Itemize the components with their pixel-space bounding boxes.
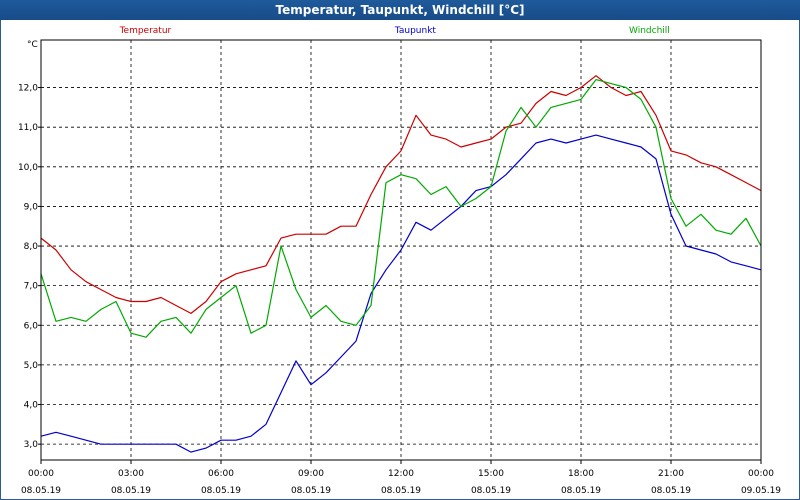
y-tick-label: 4,0 bbox=[24, 401, 39, 411]
y-tick-label: 10,0 bbox=[18, 163, 38, 173]
y-axis-unit-label: °C bbox=[27, 40, 38, 50]
y-tick-label: 8,0 bbox=[24, 242, 39, 252]
x-tick-date-label: 08.05.19 bbox=[291, 486, 331, 496]
x-tick-date-label: 08.05.19 bbox=[471, 486, 511, 496]
chart-area: °C 3,0 4,0 5,0 6,0 7,0 8,0 9,0 10,0 11,0 12,0 00:0… bbox=[0, 20, 800, 500]
legend: Temperatur Taupunkt Windchill bbox=[119, 26, 670, 36]
x-tick-date-label: 08.05.19 bbox=[651, 486, 691, 496]
x-tick-date-label: 08.05.19 bbox=[381, 486, 421, 496]
y-tick-label: 6,0 bbox=[24, 321, 39, 331]
x-axis: 00:00 08.05.19 03:00 08.05.19 06:00 08.05.19 0… bbox=[21, 460, 781, 496]
y-tick-label: 7,0 bbox=[24, 282, 39, 292]
y-tick-label: 3,0 bbox=[24, 440, 39, 450]
x-tick-date-label: 09.05.19 bbox=[741, 486, 781, 496]
x-tick-time-label: 15:00 bbox=[478, 469, 504, 479]
chart-title: Temperatur, Taupunkt, Windchill [°C] bbox=[0, 0, 800, 20]
y-tick-label: 9,0 bbox=[24, 202, 39, 212]
x-tick-date-label: 08.05.19 bbox=[21, 486, 61, 496]
y-axis: °C 3,0 4,0 5,0 6,0 7,0 8,0 9,0 10,0 11,0 12,0 bbox=[18, 40, 41, 450]
x-tick-time-label: 06:00 bbox=[208, 469, 234, 479]
y-tick-label: 12,0 bbox=[18, 84, 38, 94]
x-tick-date-label: 08.05.19 bbox=[111, 486, 151, 496]
legend-entry-windchill: Windchill bbox=[629, 26, 670, 36]
legend-entry-temperatur: Temperatur bbox=[119, 26, 172, 36]
x-tick-time-label: 12:00 bbox=[388, 469, 414, 479]
x-tick-time-label: 00:00 bbox=[748, 469, 774, 479]
x-tick-date-label: 08.05.19 bbox=[201, 486, 241, 496]
x-tick-time-label: 00:00 bbox=[28, 469, 54, 479]
y-tick-label: 5,0 bbox=[24, 361, 39, 371]
y-tick-label: 11,0 bbox=[18, 123, 38, 133]
x-tick-time-label: 21:00 bbox=[658, 469, 684, 479]
x-tick-time-label: 03:00 bbox=[118, 469, 144, 479]
x-tick-time-label: 18:00 bbox=[568, 469, 594, 479]
legend-entry-taupunkt: Taupunkt bbox=[394, 26, 437, 36]
x-tick-date-label: 08.05.19 bbox=[561, 486, 601, 496]
x-tick-time-label: 09:00 bbox=[298, 469, 324, 479]
temperature-line-chart: °C 3,0 4,0 5,0 6,0 7,0 8,0 9,0 10,0 11,0 12,0 00:0… bbox=[18, 26, 781, 496]
series-line-temperatur bbox=[40, 75, 762, 314]
